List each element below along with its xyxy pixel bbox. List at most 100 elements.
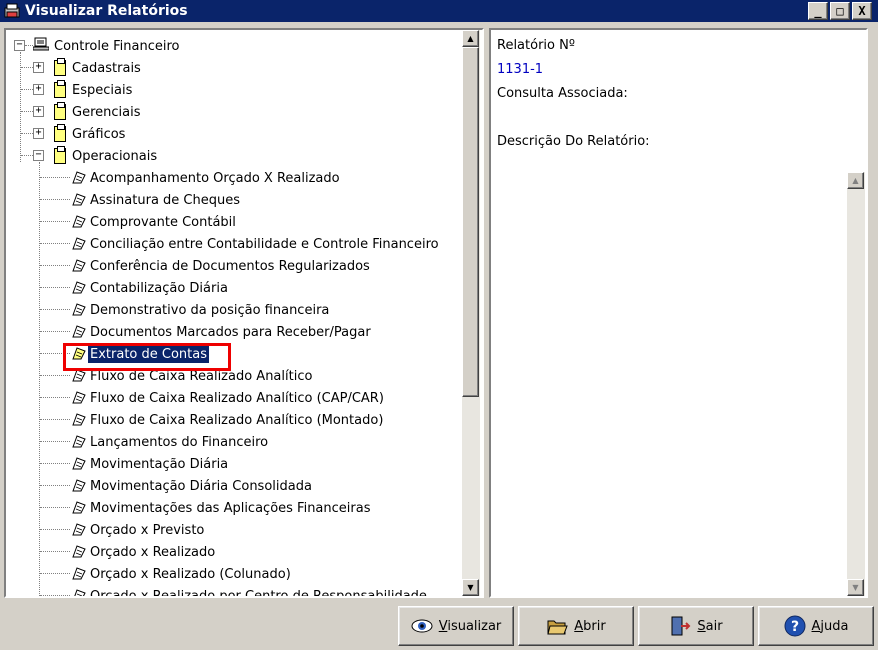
minimize-button[interactable]: _ (808, 2, 828, 20)
tree-report-item[interactable]: Movimentação Diária Consolidada (88, 476, 314, 496)
report-icon (72, 369, 86, 382)
tree-report-item-label: Demonstrativo da posição financeira (90, 302, 330, 318)
folder-icon (54, 146, 66, 164)
collapse-group-icon[interactable]: − (33, 150, 44, 161)
report-icon (72, 281, 86, 294)
sair-button[interactable]: Sair (638, 606, 754, 646)
ajuda-button[interactable]: ? Ajuda (758, 606, 874, 646)
tree-report-item[interactable]: Assinatura de Cheques (88, 190, 242, 210)
folder-icon (54, 80, 66, 98)
eye-icon (411, 615, 433, 637)
expand-group-icon[interactable]: + (33, 62, 44, 73)
tree-report-item[interactable]: Orçado x Realizado (88, 542, 217, 562)
tree-report-item[interactable]: Lançamentos do Financeiro (88, 432, 270, 452)
abrir-button[interactable]: Abrir (518, 606, 634, 646)
report-icon (72, 171, 86, 184)
report-icon (72, 259, 86, 272)
tree-report-item[interactable]: Fluxo de Caixa Realizado Analítico (CAP/… (88, 388, 386, 408)
tree-report-item[interactable]: Documentos Marcados para Receber/Pagar (88, 322, 373, 342)
tree-report-item[interactable]: Conferência de Documentos Regularizados (88, 256, 372, 276)
sair-label: Sair (697, 618, 723, 634)
report-icon (72, 391, 86, 404)
tree-report-item[interactable]: Orçado x Realizado por Centro de Respons… (88, 586, 429, 597)
tree-group[interactable]: Operacionais (70, 146, 159, 166)
report-icon (72, 523, 86, 536)
tree-group[interactable]: Cadastrais (70, 58, 143, 78)
tree-report-item-label-selected: Extrato de Contas (87, 344, 210, 364)
exit-door-icon (669, 615, 691, 637)
tree-report-item[interactable]: Contabilização Diária (88, 278, 230, 298)
tree-report-item-label: Fluxo de Caixa Realizado Analítico (Mont… (90, 412, 384, 428)
tree-report-item[interactable]: Orçado x Previsto (88, 520, 206, 540)
close-button[interactable]: X (852, 2, 872, 20)
tree-report-item-label: Orçado x Realizado por Centro de Respons… (90, 588, 427, 597)
report-info-panel: Relatório Nº 1131-1 Consulta Associada: … (489, 28, 868, 598)
tree-root-label: Controle Financeiro (54, 38, 180, 54)
tree-group-label: Gráficos (72, 126, 126, 142)
scroll-down-button[interactable]: ▼ (462, 579, 479, 596)
tree-report-item[interactable]: Movimentação Diária (88, 454, 230, 474)
tree-group[interactable]: Gerenciais (70, 102, 142, 122)
tree-scrollbar[interactable]: ▲ ▼ (462, 30, 480, 596)
desc-scroll-up-button[interactable]: ▲ (847, 172, 864, 189)
help-icon: ? (784, 615, 806, 637)
tree-report-item[interactable]: Movimentações das Aplicações Financeiras (88, 498, 372, 518)
computer-icon (32, 37, 50, 51)
report-icon (72, 545, 86, 558)
tree-report-item-label: Lançamentos do Financeiro (90, 434, 269, 450)
tree-group[interactable]: Gráficos (70, 124, 127, 144)
tree-report-item[interactable]: Fluxo de Caixa Realizado Analítico (Mont… (88, 410, 385, 430)
tree-report-item[interactable]: Conciliação entre Contabilidade e Contro… (88, 234, 441, 254)
tree-report-item[interactable]: Comprovante Contábil (88, 212, 238, 232)
description-scrollbar[interactable]: ▲ ▼ (847, 172, 865, 596)
open-folder-icon (546, 615, 568, 637)
tree-report-item[interactable]: Acompanhamento Orçado X Realizado (88, 168, 342, 188)
tree-group-label: Especiais (72, 82, 133, 98)
tree-report-item[interactable]: Fluxo de Caixa Realizado Analítico (88, 366, 314, 386)
scroll-thumb[interactable] (462, 47, 479, 397)
tree-report-item[interactable]: Demonstrativo da posição financeira (88, 300, 331, 320)
collapse-root-icon[interactable]: − (14, 40, 25, 51)
window-title: Visualizar Relatórios (25, 3, 188, 19)
tree-report-item-label: Orçado x Realizado (90, 544, 216, 560)
report-icon (72, 193, 86, 206)
tree-group[interactable]: Especiais (70, 80, 134, 100)
tree-report-item-label: Fluxo de Caixa Realizado Analítico (90, 368, 313, 384)
report-tree[interactable]: − Controle Financeiro + Cadastrais + Especi… (6, 30, 461, 596)
report-icon (72, 589, 86, 596)
query-label: Consulta Associada: (497, 86, 628, 101)
tree-report-item-label: Conciliação entre Contabilidade e Contro… (90, 236, 439, 252)
ajuda-label: Ajuda (811, 618, 849, 634)
tree-report-item-label: Assinatura de Cheques (90, 192, 240, 208)
tree-root[interactable]: Controle Financeiro (52, 36, 181, 56)
report-number-label: Relatório Nº (497, 38, 575, 53)
tree-report-item-label: Orçado x Realizado (Colunado) (90, 566, 291, 582)
report-icon (72, 347, 86, 360)
tree-report-item[interactable]: Orçado x Realizado (Colunado) (88, 564, 293, 584)
tree-group-label: Cadastrais (72, 60, 141, 76)
report-icon (72, 325, 86, 338)
tree-report-item-label: Movimentação Diária (90, 456, 229, 472)
expand-group-icon[interactable]: + (33, 84, 44, 95)
tree-group-label: Operacionais (72, 148, 158, 164)
title-bar: Visualizar Relatórios _ □ X (0, 0, 878, 22)
report-icon (72, 479, 86, 492)
visualizar-label: Visualizar (438, 618, 502, 634)
report-number-value: 1131-1 (497, 62, 544, 77)
scroll-up-button[interactable]: ▲ (462, 30, 479, 47)
tree-report-item[interactable]: Extrato de Contas (87, 344, 210, 364)
desc-scroll-down-button[interactable]: ▼ (847, 579, 864, 596)
tree-report-item-label: Orçado x Previsto (90, 522, 205, 538)
visualizar-button[interactable]: Visualizar (398, 606, 514, 646)
tree-group-label: Gerenciais (72, 104, 141, 120)
report-icon (72, 413, 86, 426)
tree-report-item-label: Movimentações das Aplicações Financeiras (90, 500, 371, 516)
maximize-button[interactable]: □ (830, 2, 850, 20)
expand-group-icon[interactable]: + (33, 106, 44, 117)
report-tree-panel: − Controle Financeiro + Cadastrais + Especi… (4, 28, 484, 598)
expand-group-icon[interactable]: + (33, 128, 44, 139)
abrir-label: Abrir (574, 618, 606, 634)
report-icon (72, 303, 86, 316)
folder-icon (54, 102, 66, 120)
tree-report-item-label: Fluxo de Caixa Realizado Analítico (CAP/… (90, 390, 384, 406)
